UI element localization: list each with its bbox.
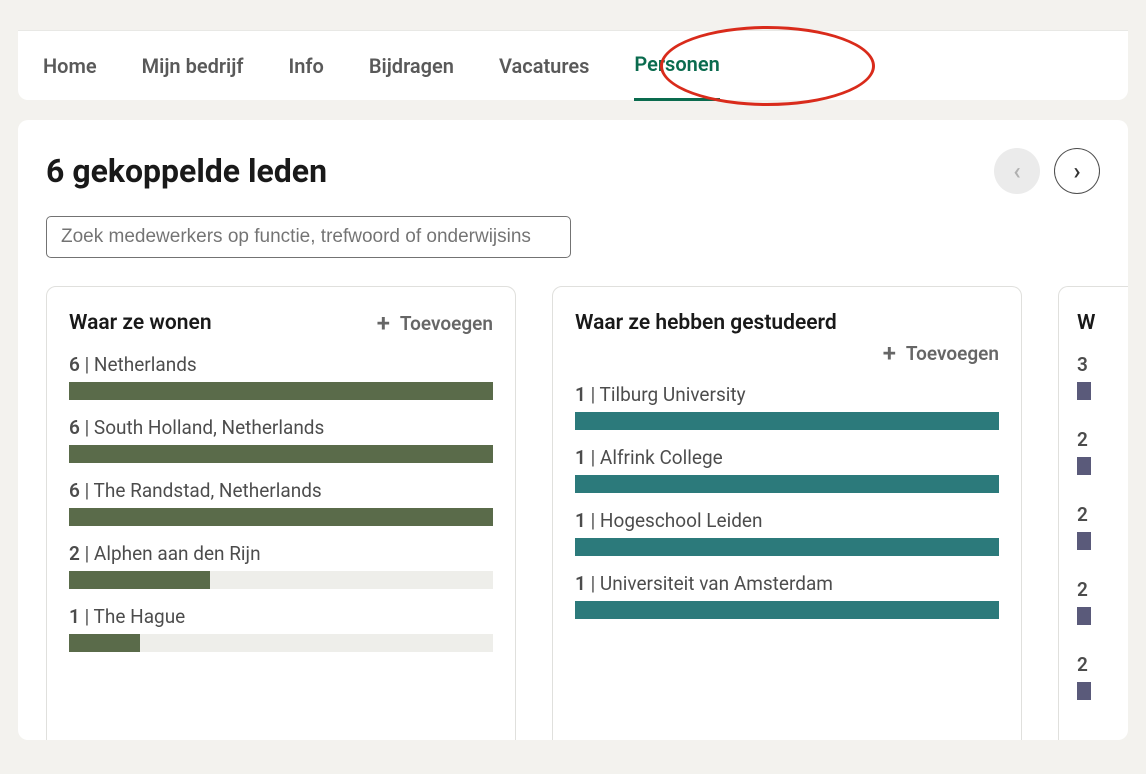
bar-track bbox=[69, 382, 493, 400]
bar-label: 1 | The Hague bbox=[69, 605, 493, 628]
pager-next-button[interactable]: › bbox=[1054, 148, 1100, 194]
plus-icon: + bbox=[377, 311, 390, 335]
bar-label: 1 | Hogeschool Leiden bbox=[575, 509, 999, 532]
bar-fill bbox=[1077, 607, 1091, 625]
bar-fill bbox=[1077, 532, 1091, 550]
bar-track bbox=[575, 538, 999, 556]
bar-label: 1 | Alfrink College bbox=[575, 446, 999, 469]
nav-personen[interactable]: Personen bbox=[634, 30, 719, 101]
nav-vacatures[interactable]: Vacatures bbox=[499, 32, 589, 100]
bar-label: 2 bbox=[1077, 653, 1128, 676]
bar-label: 6 | South Holland, Netherlands bbox=[69, 416, 493, 439]
nav-info[interactable]: Info bbox=[288, 32, 323, 100]
bar-item[interactable]: 1 | Universiteit van Amsterdam bbox=[575, 572, 999, 619]
bar-label: 2 bbox=[1077, 428, 1128, 451]
bar-fill bbox=[575, 412, 999, 430]
bar-fill bbox=[1077, 382, 1091, 400]
bar-item[interactable]: 2 bbox=[1077, 653, 1128, 700]
bar-track bbox=[69, 445, 493, 463]
panel-education-title: Waar ze hebben gestudeerd bbox=[575, 311, 999, 335]
bar-item[interactable]: 6 | The Randstad, Netherlands bbox=[69, 479, 493, 526]
bar-item[interactable]: 1 | Alfrink College bbox=[575, 446, 999, 493]
bar-track bbox=[1077, 382, 1091, 400]
bar-fill bbox=[69, 445, 493, 463]
pager: ‹ › bbox=[994, 148, 1100, 194]
bar-fill bbox=[575, 538, 999, 556]
bar-label: 2 bbox=[1077, 503, 1128, 526]
bar-item[interactable]: 1 | Hogeschool Leiden bbox=[575, 509, 999, 556]
bar-fill bbox=[575, 475, 999, 493]
nav-home[interactable]: Home bbox=[43, 32, 97, 100]
bar-fill bbox=[69, 382, 493, 400]
bar-item[interactable]: 6 | Netherlands bbox=[69, 353, 493, 400]
add-label: Toevoegen bbox=[906, 342, 999, 365]
bar-label: 1 | Universiteit van Amsterdam bbox=[575, 572, 999, 595]
bar-track bbox=[69, 571, 493, 589]
bar-item[interactable]: 2 | Alphen aan den Rijn bbox=[69, 542, 493, 589]
bar-label: 2 | Alphen aan den Rijn bbox=[69, 542, 493, 565]
bar-track bbox=[1077, 607, 1091, 625]
bar-item[interactable]: 3 bbox=[1077, 353, 1128, 400]
bar-track bbox=[69, 508, 493, 526]
bar-track bbox=[575, 412, 999, 430]
bar-label: 3 bbox=[1077, 353, 1128, 376]
bar-track bbox=[1077, 532, 1091, 550]
bar-fill bbox=[1077, 457, 1091, 475]
bar-label: 1 | Tilburg University bbox=[575, 383, 999, 406]
bar-track bbox=[1077, 457, 1091, 475]
bar-fill bbox=[69, 634, 140, 652]
nav-bijdragen[interactable]: Bijdragen bbox=[369, 32, 454, 100]
content-card: 6 gekoppelde leden ‹ › Waar ze wonen + T… bbox=[18, 120, 1128, 740]
page-title: 6 gekoppelde leden bbox=[46, 152, 327, 190]
panel-location: Waar ze wonen + Toevoegen 6 | Netherland… bbox=[46, 286, 516, 740]
panel-location-title: Waar ze wonen bbox=[69, 311, 212, 335]
bar-track bbox=[69, 634, 493, 652]
bar-fill bbox=[575, 601, 999, 619]
panel-third: W 3 2 2 2 2 bbox=[1058, 286, 1128, 740]
add-education-button[interactable]: + Toevoegen bbox=[575, 341, 999, 365]
bar-item[interactable]: 2 bbox=[1077, 503, 1128, 550]
nav-mijn-bedrijf[interactable]: Mijn bedrijf bbox=[142, 32, 244, 100]
plus-icon: + bbox=[883, 341, 896, 365]
bar-track bbox=[575, 601, 999, 619]
add-location-button[interactable]: + Toevoegen bbox=[377, 311, 493, 335]
header-row: 6 gekoppelde leden ‹ › bbox=[46, 148, 1100, 194]
bar-item[interactable]: 6 | South Holland, Netherlands bbox=[69, 416, 493, 463]
bar-item[interactable]: 1 | The Hague bbox=[69, 605, 493, 652]
bar-fill bbox=[69, 571, 210, 589]
bar-label: 6 | The Randstad, Netherlands bbox=[69, 479, 493, 502]
add-label: Toevoegen bbox=[400, 312, 493, 335]
nav-bar: Home Mijn bedrijf Info Bijdragen Vacatur… bbox=[18, 30, 1128, 100]
panels-row: Waar ze wonen + Toevoegen 6 | Netherland… bbox=[46, 286, 1100, 740]
bar-label: 2 bbox=[1077, 578, 1128, 601]
bar-track bbox=[575, 475, 999, 493]
bar-fill bbox=[1077, 682, 1091, 700]
pager-prev-button[interactable]: ‹ bbox=[994, 148, 1040, 194]
bar-item[interactable]: 2 bbox=[1077, 578, 1128, 625]
search-input[interactable] bbox=[46, 216, 571, 258]
bar-track bbox=[1077, 682, 1091, 700]
bar-item[interactable]: 2 bbox=[1077, 428, 1128, 475]
bar-item[interactable]: 1 | Tilburg University bbox=[575, 383, 999, 430]
panel-education: Waar ze hebben gestudeerd + Toevoegen 1 … bbox=[552, 286, 1022, 740]
panel-third-title: W bbox=[1077, 311, 1095, 335]
bar-label: 6 | Netherlands bbox=[69, 353, 493, 376]
bar-fill bbox=[69, 508, 493, 526]
